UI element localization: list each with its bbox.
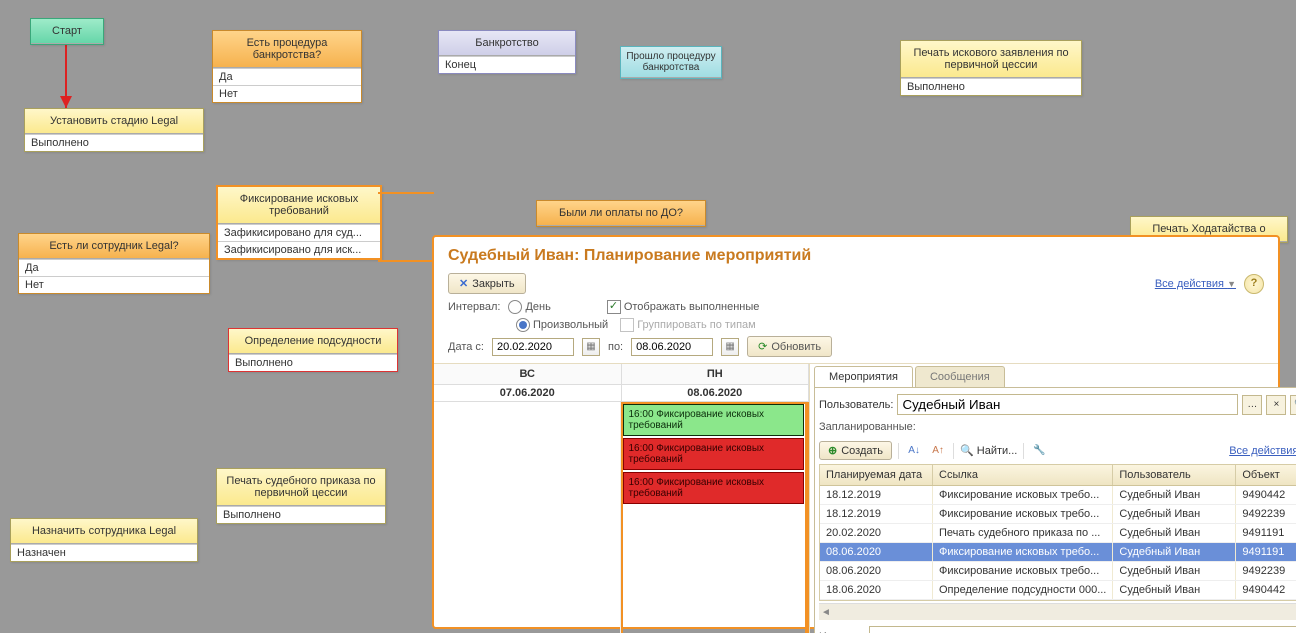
flow-print-order: Печать судебного приказа по первичной це… <box>216 468 386 524</box>
calendar-pane: ВС ПН 07.06.2020 08.06.2020 16:00 Фиксир… <box>434 364 810 633</box>
tool-icon[interactable]: 🔧 <box>1030 442 1048 460</box>
tab-messages[interactable]: Сообщения <box>915 366 1005 387</box>
sort-desc-icon[interactable]: A↑ <box>929 442 947 460</box>
flow-has-legal-emp: Есть ли сотрудник Legal? Да Нет <box>18 233 210 294</box>
flow-were-payments: Были ли оплаты по ДО? <box>536 200 706 227</box>
interval-label: Интервал: <box>448 301 500 313</box>
tab-events[interactable]: Мероприятия <box>814 366 913 387</box>
planner-window: Судебный Иван: Планирование мероприятий … <box>432 235 1280 629</box>
flow-passed: Прошло процедуру банкротства <box>620 46 722 79</box>
col-link[interactable]: Ссылка <box>933 465 1113 485</box>
user-input[interactable] <box>897 394 1238 415</box>
table-row[interactable]: 18.12.2019Фиксирование исковых требо...С… <box>820 505 1296 524</box>
user-label: Пользователь: <box>819 399 893 411</box>
flow-start-label: Старт <box>31 19 103 44</box>
find-button[interactable]: 🔍 Найти... <box>960 444 1017 457</box>
all-actions-link-2[interactable]: Все действия ▼ <box>1229 445 1296 457</box>
interval-day-radio[interactable]: День <box>508 300 550 314</box>
flow-fix-claims: Фиксирование исковых требований Зафикиси… <box>216 185 382 260</box>
date-from-label: Дата с: <box>448 341 484 353</box>
planned-label: Запланированные: <box>819 417 1296 437</box>
help-icon[interactable]: ? <box>1244 274 1264 294</box>
magnify-icon[interactable]: 🔍 <box>1290 395 1296 415</box>
scrollbar-h[interactable]: ◄► <box>819 603 1296 620</box>
flow-assign-emp: Назначить сотрудника Legal Назначен <box>10 518 198 562</box>
date-from-input[interactable] <box>492 338 574 356</box>
col-date[interactable]: Планируемая дата <box>820 465 933 485</box>
ellipsis-icon[interactable]: … <box>1242 395 1262 415</box>
date-to-input[interactable] <box>631 338 713 356</box>
cal-event[interactable]: 16:00 Фиксирование исковых требований <box>623 404 805 436</box>
flow-bankr: Банкротство Конец <box>438 30 576 74</box>
group-types-checkbox[interactable]: Группировать по типам <box>620 318 756 332</box>
chevron-down-icon: ▼ <box>1227 279 1236 289</box>
table-row[interactable]: 18.12.2019Фиксирование исковых требо...С… <box>820 486 1296 505</box>
show-done-checkbox[interactable]: Отображать выполненные <box>607 300 760 314</box>
interval-any-radio[interactable]: Произвольный <box>516 318 608 332</box>
table-row[interactable]: 08.06.2020Фиксирование исковых требо...С… <box>820 562 1296 581</box>
cal-event[interactable]: 16:00 Фиксирование исковых требований <box>623 472 805 504</box>
cal-weekday-2: ПН <box>622 364 810 385</box>
close-icon: ✕ <box>459 277 468 290</box>
close-button[interactable]: ✕Закрыть <box>448 273 526 294</box>
table-row[interactable]: 20.02.2020Печать судебного приказа по ..… <box>820 524 1296 543</box>
all-actions-link[interactable]: Все действия ▼ <box>1155 278 1236 290</box>
cal-event[interactable]: 16:00 Фиксирование исковых требований <box>623 438 805 470</box>
cal-weekday-1: ВС <box>434 364 622 385</box>
flow-print-claim: Печать искового заявления по первичной ц… <box>900 40 1082 96</box>
cal-date-1: 07.06.2020 <box>434 385 622 402</box>
col-obj[interactable]: Объект <box>1236 465 1296 485</box>
table-row[interactable]: 18.06.2020Определение подсудности 000...… <box>820 581 1296 600</box>
flow-start: Старт <box>30 18 104 45</box>
refresh-icon: ⟳ <box>758 340 767 353</box>
events-table: Планируемая дата Ссылка Пользователь Объ… <box>819 464 1296 601</box>
cal-date-2: 08.06.2020 <box>622 385 810 402</box>
history-input[interactable] <box>869 626 1296 633</box>
search-icon: 🔍 <box>960 445 974 457</box>
flow-has-bankr: Есть процедура банкротства? Да Нет <box>212 30 362 103</box>
planner-title: Судебный Иван: Планирование мероприятий <box>434 237 1278 269</box>
clear-icon[interactable]: × <box>1266 395 1286 415</box>
create-button[interactable]: ⊕Создать <box>819 441 892 460</box>
sort-asc-icon[interactable]: A↓ <box>905 442 923 460</box>
flow-set-legal: Установить стадию Legal Выполнено <box>24 108 204 152</box>
refresh-button[interactable]: ⟳Обновить <box>747 336 832 357</box>
col-user[interactable]: Пользователь <box>1113 465 1236 485</box>
calendar-icon[interactable]: ▦ <box>582 338 600 356</box>
date-to-label: по: <box>608 341 623 353</box>
table-row[interactable]: 08.06.2020Фиксирование исковых требо...С… <box>820 543 1296 562</box>
flow-jurisd: Определение подсудности Выполнено <box>228 328 398 372</box>
calendar-icon[interactable]: ▦ <box>721 338 739 356</box>
plus-icon: ⊕ <box>828 444 837 457</box>
